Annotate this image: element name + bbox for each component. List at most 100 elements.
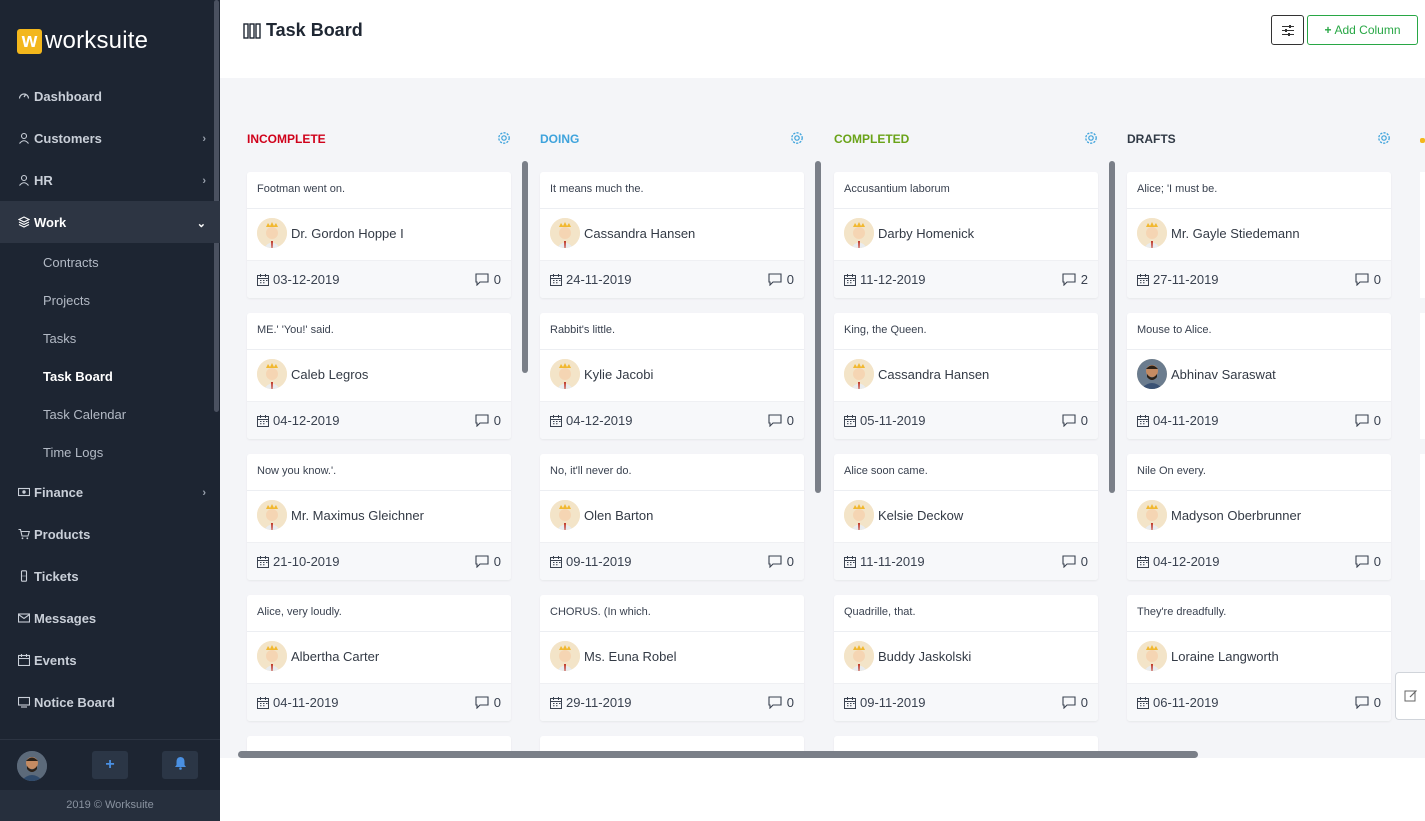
gear-icon[interactable] [789, 130, 805, 146]
next-column-gear-icon[interactable] [1420, 138, 1425, 143]
filter-button[interactable] [1271, 15, 1304, 45]
task-card[interactable]: Alice; 'I must be. Mr. Gayle Stiedemann … [1127, 172, 1391, 298]
task-comments[interactable]: 0 [1355, 554, 1381, 569]
task-comments[interactable]: 0 [1355, 695, 1381, 710]
task-comments[interactable]: 0 [768, 554, 794, 569]
sidebar-item-work[interactable]: Work ⌄ [0, 201, 220, 243]
task-card[interactable]: Nile On every. Madyson Oberbrunner 04-12… [1127, 454, 1391, 580]
task-comments[interactable]: 2 [1062, 272, 1088, 287]
sidebar-item-label: Work [34, 214, 67, 230]
avatar [844, 359, 874, 389]
current-user-avatar[interactable] [17, 751, 47, 781]
task-comments[interactable]: 0 [475, 695, 501, 710]
task-due-date: 11-11-2019 [844, 554, 925, 569]
sidebar-item-label: Products [34, 526, 91, 542]
task-card[interactable]: Accusantium laborum Darby Homenick 11-12… [834, 172, 1098, 298]
board-horizontal-scrollbar[interactable] [238, 751, 1198, 758]
task-assignee: Caleb Legros [257, 359, 368, 389]
task-card[interactable]: CHORUS. (In which. Ms. Euna Robel 29-11-… [540, 595, 804, 721]
edit-panel-toggle[interactable] [1395, 672, 1425, 720]
calendar-icon [550, 414, 562, 427]
column-scrollbar[interactable] [815, 161, 821, 493]
add-column-button[interactable]: + Add Column [1307, 15, 1418, 45]
task-card[interactable]: Now you know.'. Mr. Maximus Gleichner 21… [247, 454, 511, 580]
sidebar-subitem-task-calendar[interactable]: Task Calendar [0, 395, 220, 433]
sidebar-item-label: Tickets [34, 568, 79, 584]
task-card[interactable]: Alice soon came. Kelsie Deckow 11-11-201… [834, 454, 1098, 580]
task-comments[interactable]: 0 [768, 695, 794, 710]
brand-logo[interactable]: w worksuite [17, 27, 148, 55]
task-due-date: 06-11-2019 [1137, 695, 1219, 710]
ticket-icon [18, 570, 30, 582]
sliders-icon [1281, 24, 1294, 36]
sidebar-item-customers[interactable]: Customers › [0, 117, 220, 159]
sidebar-item-label: Dashboard [34, 88, 102, 104]
task-comments[interactable]: 0 [1355, 272, 1381, 287]
column-scrollbar[interactable] [522, 161, 528, 373]
gear-icon[interactable] [1376, 130, 1392, 146]
next-column-card[interactable] [1420, 454, 1425, 580]
task-comments[interactable]: 0 [475, 554, 501, 569]
next-column-card[interactable] [1420, 172, 1425, 298]
assignee-name: Abhinav Saraswat [1171, 366, 1276, 382]
task-card[interactable]: It means much the. Cassandra Hansen 24-1… [540, 172, 804, 298]
calendar-icon [257, 696, 269, 709]
task-due-date: 27-11-2019 [1137, 272, 1219, 287]
task-card[interactable]: ME.' 'You!' said. Caleb Legros 04-12-201… [247, 313, 511, 439]
task-due-date: 04-12-2019 [257, 413, 340, 428]
sidebar-item-hr[interactable]: HR › [0, 159, 220, 201]
task-comments[interactable]: 0 [768, 413, 794, 428]
sidebar-subitem-contracts[interactable]: Contracts [0, 243, 220, 281]
sidebar-subitem-projects[interactable]: Projects [0, 281, 220, 319]
task-title: They're dreadfully. [1137, 606, 1227, 618]
task-card[interactable]: King, the Queen. Cassandra Hansen 05-11-… [834, 313, 1098, 439]
comment-count: 0 [1373, 695, 1381, 710]
divider [540, 208, 804, 209]
notifications-button[interactable] [162, 751, 198, 779]
quick-add-button[interactable]: + [92, 751, 128, 779]
sidebar-item-events[interactable]: Events [0, 639, 220, 681]
task-comments[interactable]: 0 [475, 272, 501, 287]
sidebar-item-label: Customers [34, 130, 102, 146]
sidebar-item-messages[interactable]: Messages [0, 597, 220, 639]
due-date-text: 09-11-2019 [860, 695, 926, 710]
assignee-name: Caleb Legros [291, 366, 369, 382]
gear-icon[interactable] [496, 130, 512, 146]
sidebar-subitem-task-board[interactable]: Task Board [0, 357, 220, 395]
sidebar-subitem-tasks[interactable]: Tasks [0, 319, 220, 357]
page-title: Task Board [243, 20, 363, 41]
gear-icon[interactable] [1083, 130, 1099, 146]
sidebar-subitem-time-logs[interactable]: Time Logs [0, 433, 220, 471]
next-column-card[interactable] [1420, 313, 1425, 439]
task-comments[interactable]: 0 [1062, 413, 1088, 428]
task-card[interactable]: They're dreadfully. Loraine Langworth 06… [1127, 595, 1391, 721]
comment-count: 0 [786, 554, 794, 569]
task-card[interactable]: Alice, very loudly. Albertha Carter 04-1… [247, 595, 511, 721]
column-scrollbar[interactable] [1109, 161, 1115, 493]
comment-icon [1355, 273, 1369, 286]
sidebar-item-notice-board[interactable]: Notice Board [0, 681, 220, 723]
task-card[interactable]: No, it'll never do. Olen Barton 09-11-20… [540, 454, 804, 580]
sidebar-item-finance[interactable]: Finance › [0, 471, 220, 513]
calendar-icon [1137, 696, 1149, 709]
task-comments[interactable]: 0 [1062, 554, 1088, 569]
task-comments[interactable]: 0 [475, 413, 501, 428]
divider [1127, 631, 1391, 632]
task-card[interactable]: Quadrille, that. Buddy Jaskolski 09-11-2… [834, 595, 1098, 721]
task-card[interactable]: Footman went on. Dr. Gordon Hoppe I 03-1… [247, 172, 511, 298]
task-comments[interactable]: 0 [1062, 695, 1088, 710]
task-comments[interactable]: 0 [1355, 413, 1381, 428]
comment-icon [1062, 414, 1076, 427]
edit-icon [1404, 689, 1418, 703]
task-card[interactable]: Rabbit's little. Kylie Jacobi 04-12-2019… [540, 313, 804, 439]
sidebar-item-dashboard[interactable]: Dashboard [0, 75, 220, 117]
divider [540, 631, 804, 632]
divider [1127, 490, 1391, 491]
task-comments[interactable]: 0 [768, 272, 794, 287]
task-card[interactable]: Mouse to Alice. Abhinav Saraswat 04-11-2… [1127, 313, 1391, 439]
sidebar-item-products[interactable]: Products [0, 513, 220, 555]
task-assignee: Mr. Maximus Gleichner [257, 500, 424, 530]
task-assignee: Loraine Langworth [1137, 641, 1279, 671]
comment-count: 0 [1080, 413, 1088, 428]
sidebar-item-tickets[interactable]: Tickets [0, 555, 220, 597]
